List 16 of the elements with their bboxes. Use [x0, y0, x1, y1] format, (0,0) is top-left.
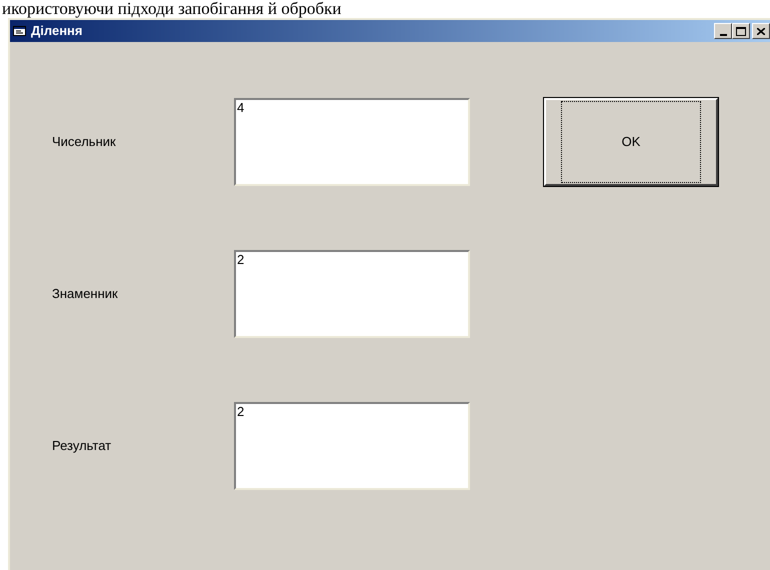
field-label: Знаменник — [51, 285, 119, 304]
window-title: Ділення — [31, 22, 82, 40]
maximize-icon — [736, 26, 746, 36]
document-text: икористовуючи підходи запобігання й обробки — [1, 0, 342, 18]
minimize-icon — [720, 34, 726, 36]
ok-button[interactable]: OK — [544, 98, 718, 186]
close-button[interactable] — [752, 23, 770, 39]
minimize-button[interactable] — [714, 23, 732, 39]
text-field[interactable]: 4 — [234, 98, 470, 186]
text-field[interactable]: 2 — [234, 402, 470, 490]
text-field[interactable]: 2 — [234, 250, 470, 338]
close-icon — [757, 28, 765, 34]
field-label: Чисельник — [51, 133, 117, 152]
window-icon — [13, 25, 27, 37]
maximize-button[interactable] — [732, 23, 750, 39]
field-label: Результат — [51, 437, 112, 456]
